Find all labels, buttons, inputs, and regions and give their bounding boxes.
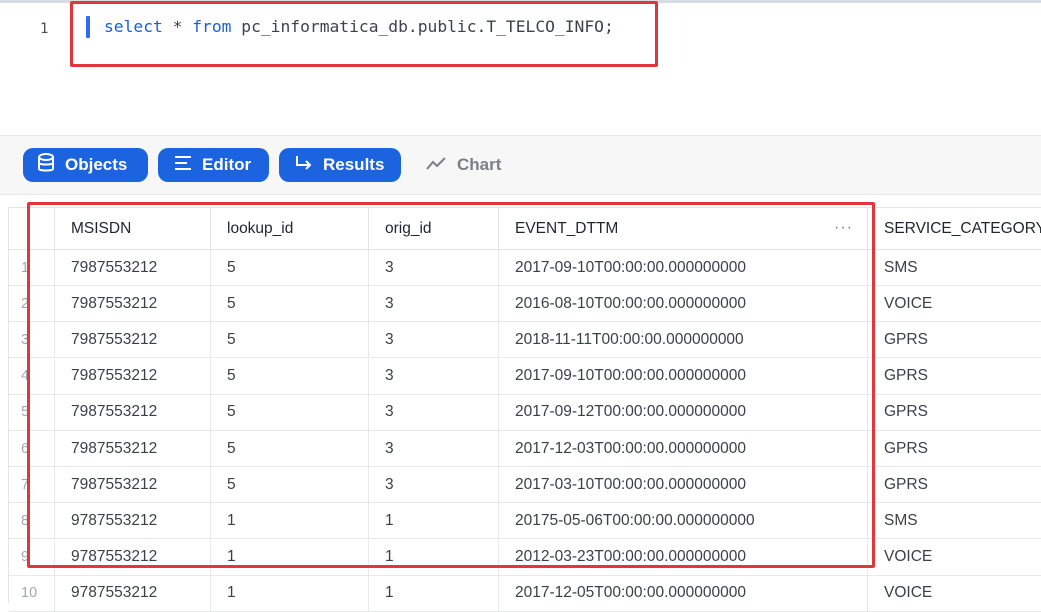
table-cell[interactable]: GPRS (868, 395, 1041, 431)
table-cell[interactable]: GPRS (868, 431, 1041, 467)
sql-editor[interactable]: 1 select * from pc_informatica_db.public… (0, 0, 1041, 135)
table-cell[interactable]: 2017-12-05T00:00:00.000000000 (499, 575, 868, 612)
table-cell[interactable]: SMS (868, 503, 1041, 540)
chart-label: Chart (457, 155, 502, 174)
editor-label: Editor (202, 155, 252, 174)
column-header-label: SERVICE_CATEGORY (884, 219, 1041, 237)
table-cell[interactable]: VOICE (868, 576, 1041, 612)
chart-button[interactable]: Chart (426, 148, 501, 182)
objects-label: Objects (65, 155, 128, 174)
results-button[interactable]: Results (279, 148, 401, 182)
table-cell[interactable]: SMS (868, 250, 1041, 286)
table-cell[interactable]: GPRS (868, 467, 1041, 504)
table-cell[interactable]: GPRS (868, 359, 1041, 395)
table-cell[interactable]: GPRS (868, 322, 1041, 359)
lines-icon (174, 155, 202, 176)
table-cell[interactable]: 1 (369, 575, 499, 612)
line-number: 1 (40, 21, 49, 37)
arrow-return-icon (295, 155, 323, 176)
column-header[interactable]: SERVICE_CATEGORY (868, 208, 1041, 250)
line-chart-icon (426, 155, 457, 175)
table-cell[interactable]: VOICE (868, 540, 1041, 576)
table-cell[interactable]: 1 (211, 575, 369, 612)
row-number: 10 (9, 575, 55, 612)
objects-button[interactable]: Objects (23, 148, 148, 182)
results-highlight-box (27, 202, 875, 568)
database-icon (37, 152, 65, 178)
code-highlight-box (70, 1, 658, 67)
editor-button[interactable]: Editor (158, 148, 269, 182)
result-toolbar: Objects Editor Results Chart (0, 135, 1041, 195)
table-row[interactable]: 10 9787553212 1 1 2017-12-05T00:00:00.000000… (9, 575, 1041, 612)
table-cell[interactable]: VOICE (868, 286, 1041, 323)
results-label: Results (323, 155, 385, 174)
table-cell[interactable]: 9787553212 (55, 575, 211, 612)
